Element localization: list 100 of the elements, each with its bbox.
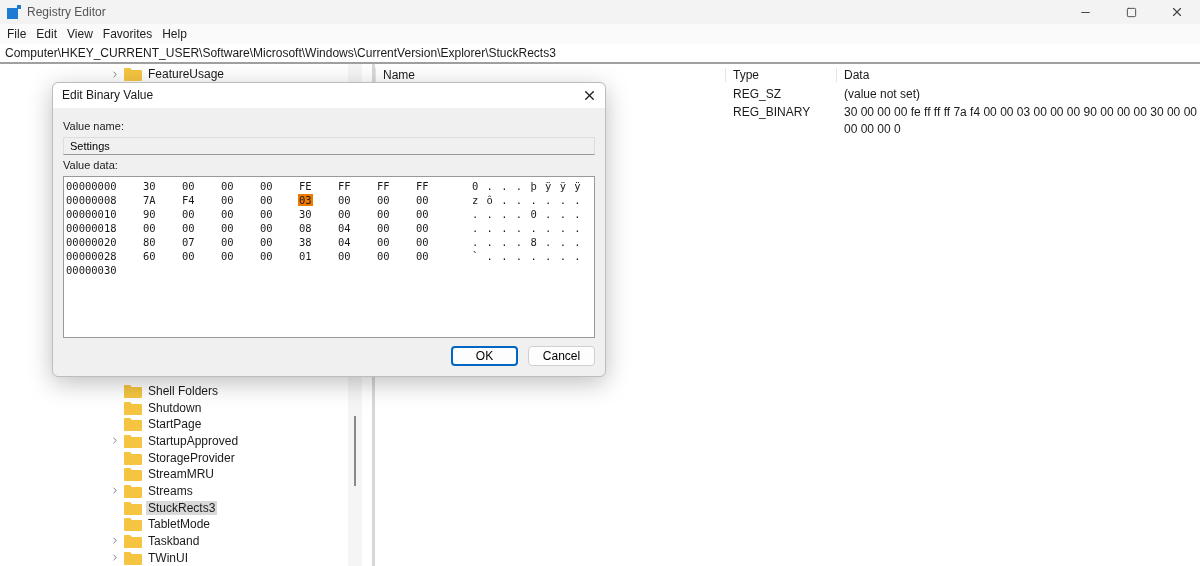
dialog-button[interactable]: Cancel <box>528 346 595 366</box>
hex-byte[interactable]: 00 <box>181 208 196 221</box>
hex-byte[interactable]: 00 <box>259 236 274 249</box>
tree-item[interactable]: TabletMode <box>146 517 213 532</box>
hex-byte[interactable]: 00 <box>376 208 391 221</box>
hex-byte[interactable]: 00 <box>415 250 430 263</box>
tree-item[interactable]: Taskband <box>146 533 202 548</box>
hex-byte[interactable]: 80 <box>142 236 157 249</box>
tree-item[interactable]: StreamMRU <box>146 467 216 482</box>
ascii-text: ........ <box>472 222 589 235</box>
dialog-button[interactable]: OK <box>451 346 518 366</box>
hex-editor[interactable] <box>63 176 595 338</box>
hex-byte[interactable]: 00 <box>415 208 430 221</box>
hex-byte[interactable]: 00 <box>220 222 235 235</box>
folder-icon <box>124 383 142 398</box>
value-name-field[interactable]: Settings <box>63 137 595 156</box>
tree-item[interactable]: TWinUI <box>146 550 190 565</box>
hex-byte[interactable]: 60 <box>142 250 157 263</box>
folder-icon <box>124 450 142 465</box>
folder-icon <box>124 517 142 532</box>
hex-byte[interactable]: 00 <box>415 222 430 235</box>
tree-item[interactable]: FeatureUsage <box>146 67 227 82</box>
hex-byte[interactable]: 00 <box>259 194 274 207</box>
hex-byte[interactable]: 00 <box>259 180 274 193</box>
offset-text: 00000008 <box>66 194 118 207</box>
hex-byte[interactable]: 00 <box>220 194 235 207</box>
hex-byte[interactable]: 00 <box>181 180 196 193</box>
hex-byte[interactable]: 01 <box>298 250 313 263</box>
hex-byte[interactable]: 00 <box>415 236 430 249</box>
hex-byte[interactable]: 30 <box>298 208 313 221</box>
hex-byte[interactable]: 00 <box>337 194 352 207</box>
column-header[interactable]: Type <box>725 68 836 82</box>
hex-byte[interactable]: FE <box>298 180 313 193</box>
menu-item[interactable]: Help <box>157 27 192 41</box>
offset-text: 00000018 <box>66 222 118 235</box>
maximize-icon[interactable] <box>1125 6 1137 18</box>
window-title: Registry Editor <box>27 5 106 19</box>
hex-byte[interactable]: 04 <box>337 236 352 249</box>
folder-icon <box>124 550 142 565</box>
folder-icon <box>124 433 142 448</box>
expand-chevron-icon[interactable] <box>110 68 120 80</box>
hex-byte[interactable]: 03 <box>298 194 313 207</box>
expand-chevron-icon[interactable] <box>110 552 120 564</box>
tree-item[interactable]: Shutdown <box>146 400 204 415</box>
hex-byte[interactable]: 04 <box>337 222 352 235</box>
hex-byte[interactable]: 07 <box>181 236 196 249</box>
folder-icon <box>124 483 142 498</box>
column-header[interactable]: Data <box>836 68 1200 82</box>
hex-byte[interactable]: 00 <box>220 236 235 249</box>
app-icon <box>7 5 21 19</box>
folder-icon <box>124 417 142 432</box>
folder-icon <box>124 67 142 82</box>
tree-item[interactable]: StuckRects3 <box>146 500 218 515</box>
hex-byte[interactable]: 00 <box>220 208 235 221</box>
type-cell-text: REG_BINARY <box>732 104 812 121</box>
hex-byte[interactable]: 38 <box>298 236 313 249</box>
hex-byte[interactable]: 00 <box>337 208 352 221</box>
hex-byte[interactable]: 7A <box>142 194 157 207</box>
close-icon[interactable] <box>1170 5 1184 19</box>
hex-byte[interactable]: 00 <box>259 208 274 221</box>
close-icon[interactable] <box>582 88 597 103</box>
tree-item[interactable]: StartupApproved <box>146 433 241 448</box>
tree-item[interactable]: Streams <box>146 483 195 498</box>
menu-item[interactable]: Edit <box>31 27 63 41</box>
hex-byte[interactable]: 00 <box>376 222 391 235</box>
hex-byte[interactable]: 08 <box>298 222 313 235</box>
hex-byte[interactable]: FF <box>376 180 391 193</box>
hex-byte[interactable]: 00 <box>415 194 430 207</box>
menu-item[interactable]: File <box>2 27 32 41</box>
hex-byte[interactable]: 00 <box>220 250 235 263</box>
hex-byte[interactable]: 00 <box>376 250 391 263</box>
folder-icon <box>124 467 142 482</box>
hex-byte[interactable]: 00 <box>220 180 235 193</box>
hex-byte[interactable]: 30 <box>142 180 157 193</box>
ascii-text: `....... <box>472 250 589 263</box>
hex-byte[interactable]: F4 <box>181 194 196 207</box>
dialog-title: Edit Binary Value <box>62 88 154 103</box>
hex-byte[interactable]: FF <box>337 180 352 193</box>
tree-item[interactable]: StorageProvider <box>146 450 237 465</box>
menu-item[interactable]: Favorites <box>97 27 158 41</box>
hex-byte[interactable]: 00 <box>337 250 352 263</box>
hex-byte[interactable]: 00 <box>376 236 391 249</box>
hex-byte[interactable]: 00 <box>181 222 196 235</box>
hex-byte[interactable]: FF <box>415 180 430 193</box>
hex-byte[interactable]: 00 <box>142 222 157 235</box>
hex-byte[interactable]: 00 <box>181 250 196 263</box>
tree-item[interactable]: Shell Folders <box>146 383 221 398</box>
tree-item[interactable]: StartPage <box>146 417 204 432</box>
address-bar[interactable]: Computer\HKEY_CURRENT_USER\Software\Microsoft\Windows\CurrentVersion\Explorer\StuckRects3 <box>0 44 1200 64</box>
ascii-text: ....8... <box>472 236 589 249</box>
offset-text: 00000020 <box>66 236 118 249</box>
expand-chevron-icon[interactable] <box>110 485 120 497</box>
hex-byte[interactable]: 90 <box>142 208 157 221</box>
menu-item[interactable]: View <box>62 27 98 41</box>
hex-byte[interactable]: 00 <box>259 222 274 235</box>
hex-byte[interactable]: 00 <box>259 250 274 263</box>
expand-chevron-icon[interactable] <box>110 435 120 447</box>
expand-chevron-icon[interactable] <box>110 535 120 547</box>
folder-icon <box>124 400 142 415</box>
hex-byte[interactable]: 00 <box>376 194 391 207</box>
